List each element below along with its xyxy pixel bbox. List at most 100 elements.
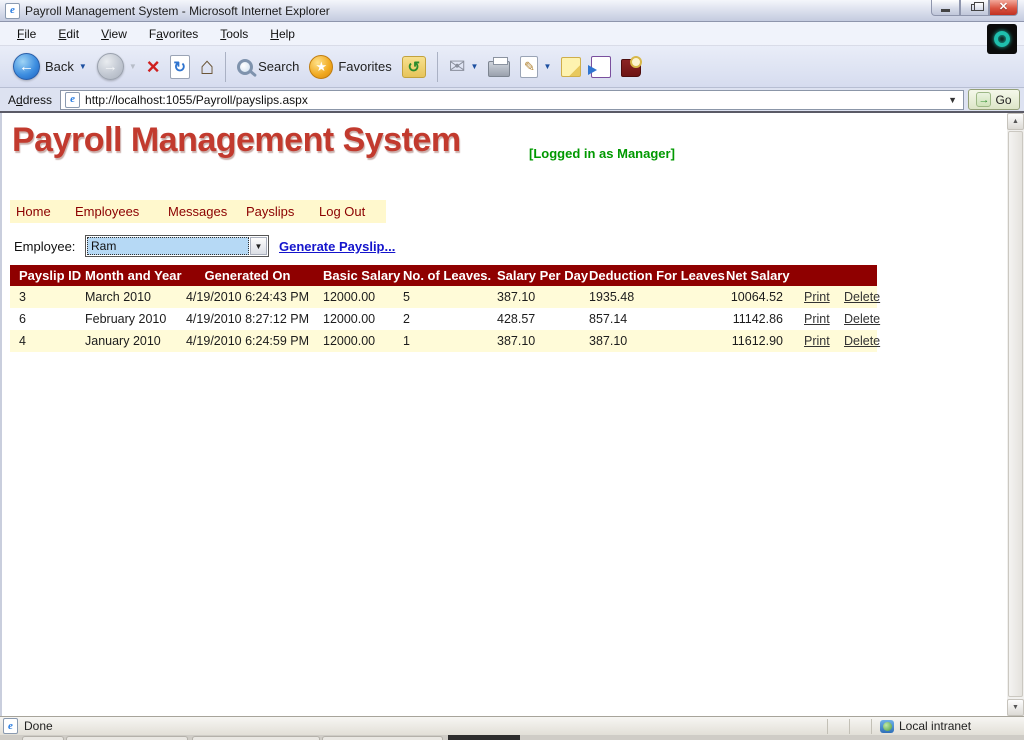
close-button[interactable]: ✕ [989, 0, 1018, 16]
minimize-button[interactable] [931, 0, 960, 16]
scrollbar-thumb[interactable] [1008, 131, 1023, 697]
security-zone: Local intranet [871, 719, 1021, 734]
go-button[interactable]: → Go [968, 89, 1020, 110]
status-text: Done [24, 719, 53, 733]
forward-icon: → [97, 53, 124, 80]
col-no-of-leaves: No. of Leaves. [394, 265, 488, 286]
mail-icon: ✉ [449, 57, 466, 77]
back-button[interactable]: ← Back ▼ [8, 49, 92, 85]
page-content: Payroll Management System [Logged in as … [0, 113, 1024, 716]
menu-edit[interactable]: Edit [47, 24, 90, 44]
employee-select[interactable]: Ram ▼ [85, 235, 269, 257]
title-bar: e Payroll Management System - Microsoft … [0, 0, 1024, 22]
mail-dropdown-icon[interactable]: ▼ [471, 62, 479, 71]
forward-button[interactable]: → ▼ [92, 49, 142, 85]
menu-favorites[interactable]: Favorites [138, 24, 209, 44]
delete-link[interactable]: Delete [844, 312, 880, 326]
discuss-button[interactable] [556, 49, 586, 85]
print-button[interactable] [483, 49, 515, 85]
nav-home[interactable]: Home [16, 204, 75, 219]
toolbar-separator [225, 52, 226, 82]
history-button[interactable]: ↺ [397, 49, 431, 85]
research-button[interactable] [616, 49, 646, 85]
col-print [795, 265, 835, 286]
print-link[interactable]: Print [804, 312, 830, 326]
refresh-button[interactable]: ↻ [165, 49, 195, 85]
mail-button[interactable]: ✉ ▼ [444, 49, 484, 85]
back-dropdown-icon[interactable]: ▼ [79, 62, 87, 71]
toolbar-separator [437, 52, 438, 82]
menu-bar: File Edit View Favorites Tools Help [0, 22, 1024, 46]
scroll-down-icon[interactable]: ▼ [1007, 699, 1024, 716]
throbber-ring-icon [994, 31, 1010, 47]
stop-button[interactable]: × [142, 49, 165, 85]
cell-deduction: 1935.48 [580, 286, 717, 308]
restore-button[interactable] [960, 0, 989, 16]
search-button[interactable]: Search [232, 49, 304, 85]
forward-dropdown-icon: ▼ [129, 62, 137, 71]
stop-icon: × [147, 56, 160, 78]
cell-month: February 2010 [76, 308, 181, 330]
cell-basic-salary: 12000.00 [314, 286, 394, 308]
go-arrow-icon: → [976, 92, 991, 107]
address-url: http://localhost:1055/Payroll/payslips.a… [85, 93, 943, 107]
nav-logout[interactable]: Log Out [319, 204, 381, 219]
status-page-icon: e [3, 718, 18, 734]
cell-payslip-id: 3 [10, 286, 76, 308]
ie-throbber-logo [987, 24, 1017, 54]
table-header-row: Payslip ID Month and Year Generated On B… [10, 265, 877, 286]
menu-file[interactable]: File [6, 24, 47, 44]
address-input[interactable]: e http://localhost:1055/Payroll/payslips… [60, 90, 964, 110]
taskbar-strip [0, 735, 1024, 740]
go-label: Go [995, 93, 1011, 107]
cell-payslip-id: 4 [10, 330, 76, 352]
intranet-globe-icon [880, 720, 894, 733]
cell-salary-per-day: 428.57 [488, 308, 580, 330]
print-link[interactable]: Print [804, 290, 830, 304]
cell-month: March 2010 [76, 286, 181, 308]
menu-tools[interactable]: Tools [209, 24, 259, 44]
page-icon: e [65, 92, 80, 108]
col-payslip-id: Payslip ID [10, 265, 76, 286]
edit-button[interactable]: ✎ ▼ [515, 49, 556, 85]
col-generated-on: Generated On [181, 265, 314, 286]
favorites-star-icon: ★ [309, 55, 333, 79]
cell-generated-on: 4/19/2010 6:24:59 PM [181, 330, 314, 352]
menu-view[interactable]: View [90, 24, 138, 44]
taskbar-button [22, 736, 64, 740]
delete-link[interactable]: Delete [844, 290, 880, 304]
col-salary-per-day: Salary Per Day [488, 265, 580, 286]
search-icon [237, 59, 253, 75]
vertical-scrollbar[interactable]: ▲ ▼ [1007, 113, 1024, 716]
table-row: 6 February 2010 4/19/2010 8:27:12 PM 120… [10, 308, 877, 330]
col-deduction: Deduction For Leaves [580, 265, 717, 286]
chevron-down-icon[interactable]: ▼ [250, 237, 267, 255]
messenger-button[interactable] [586, 49, 616, 85]
nav-payslips[interactable]: Payslips [246, 204, 319, 219]
generate-payslip-link[interactable]: Generate Payslip... [279, 239, 395, 254]
scroll-up-icon[interactable]: ▲ [1007, 113, 1024, 130]
minimize-icon [941, 9, 950, 12]
cell-generated-on: 4/19/2010 8:27:12 PM [181, 308, 314, 330]
back-icon: ← [13, 53, 40, 80]
home-icon: ⌂ [200, 55, 215, 79]
zone-label: Local intranet [899, 719, 971, 733]
taskbar-button [322, 736, 443, 740]
address-dropdown-icon[interactable]: ▼ [948, 95, 959, 105]
status-bar: e Done Local intranet [0, 716, 1024, 735]
login-status: [Logged in as Manager] [529, 146, 675, 161]
menu-help[interactable]: Help [259, 24, 306, 44]
search-label: Search [258, 59, 299, 74]
edit-dropdown-icon[interactable]: ▼ [543, 62, 551, 71]
messenger-icon [591, 56, 611, 78]
favorites-button[interactable]: ★ Favorites [304, 49, 396, 85]
ie-icon: e [5, 3, 20, 19]
cell-leaves: 5 [394, 286, 488, 308]
home-button[interactable]: ⌂ [195, 49, 220, 85]
address-label: Address [4, 93, 56, 107]
delete-link[interactable]: Delete [844, 334, 880, 348]
nav-employees[interactable]: Employees [75, 204, 168, 219]
print-link[interactable]: Print [804, 334, 830, 348]
browser-window: e Payroll Management System - Microsoft … [0, 0, 1024, 742]
nav-messages[interactable]: Messages [168, 204, 246, 219]
